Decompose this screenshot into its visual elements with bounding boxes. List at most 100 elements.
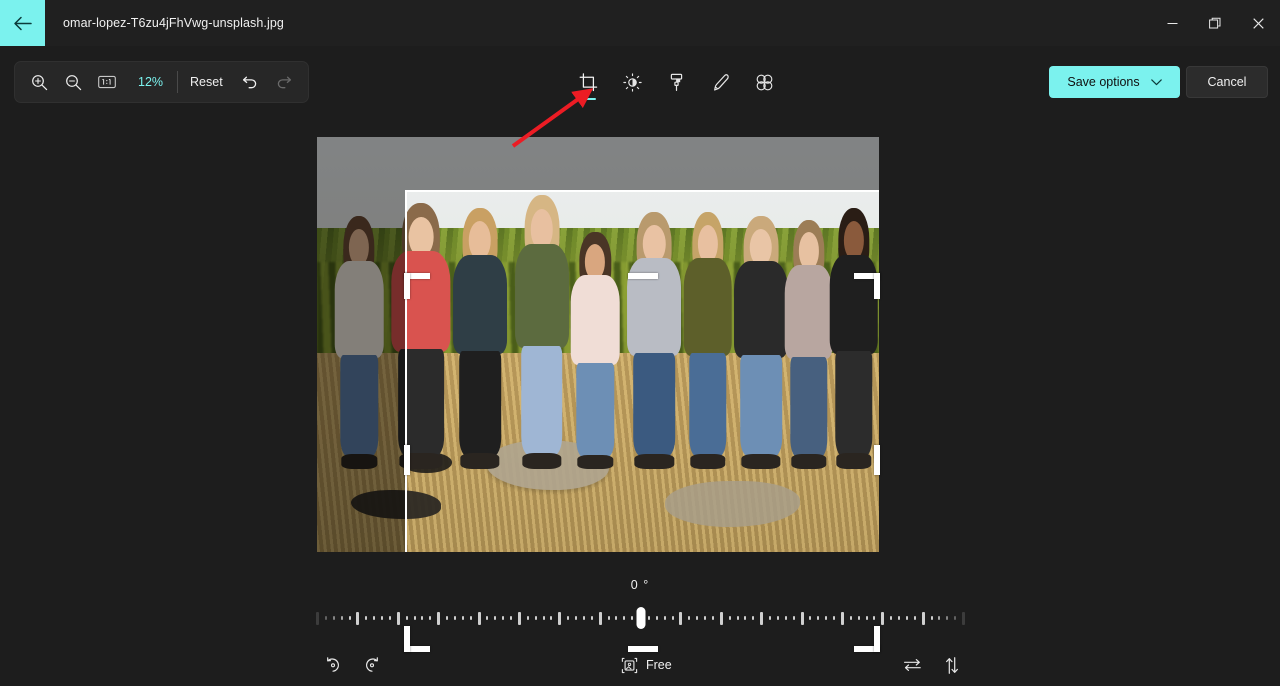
undo-button[interactable] [233,66,267,98]
dial-tick-minor [671,616,674,620]
rotate-right-button[interactable] [355,649,389,681]
crop-dim-top [317,137,879,190]
flip-horizontal-button[interactable] [895,649,929,681]
dial-tick-minor [607,616,610,620]
save-options-button[interactable]: Save options [1049,66,1180,98]
person-figure [733,215,789,469]
dial-tick-minor [446,616,448,620]
zoom-in-button[interactable] [22,66,56,98]
titlebar: omar-lopez-T6zu4jFhVwg-unsplash.jpg [0,0,1280,46]
rotate-left-icon [327,657,339,672]
photo-container[interactable] [317,137,879,552]
person-figure [828,207,879,469]
markup-tool-button[interactable] [698,61,742,103]
dial-tick-minor [413,616,416,620]
dial-tick-minor [865,616,868,620]
crop-handle-right[interactable] [874,445,880,475]
one-to-one-icon [98,75,116,89]
crop-tool-button[interactable] [566,61,610,103]
dial-tick-minor [873,616,876,620]
crop-handle-top-right-v[interactable] [874,273,880,299]
dial-tick-minor [711,616,714,620]
person-shoes [634,453,674,469]
person-bottom [790,356,828,457]
reset-button[interactable]: Reset [180,69,233,95]
person-top [683,258,732,356]
crop-handle-top-left-v[interactable] [404,273,410,299]
crop-dim-left [317,190,405,552]
crop-handle-top[interactable] [628,273,658,279]
dial-tick-minor [526,616,529,620]
dial-tick-major [598,611,602,625]
dial-tick-minor [421,616,424,620]
dial-tick-minor [623,616,626,620]
maximize-button[interactable] [1194,0,1237,46]
zoom-toolbar: 12% Reset [14,61,309,103]
editor-tools [566,61,786,103]
dial-tick-major [477,611,481,625]
dial-tick-minor [534,616,537,620]
flip-vertical-button[interactable] [935,649,969,681]
dial-tick-major [800,611,804,625]
person-top [829,254,878,354]
dial-tick-minor [388,616,391,620]
dial-tick-major [719,611,723,625]
dial-tick-major [881,611,885,625]
filter-tool-button[interactable] [654,61,698,103]
dial-tick-major [679,611,683,625]
dial-tick-minor [809,616,812,620]
dial-tick-minor [655,616,658,620]
dial-tick-major [760,611,764,625]
dial-tick-minor [930,616,933,620]
minimize-button[interactable] [1151,0,1194,46]
retouch-tool-button[interactable] [742,61,786,103]
dial-tick-minor [752,616,755,620]
zoom-out-button[interactable] [56,66,90,98]
aspect-ratio-button[interactable]: Free [612,649,681,681]
aspect-ratio-label: Free [646,658,672,672]
adjustment-tool-button[interactable] [610,61,654,103]
dial-tick-minor [453,616,456,620]
zoom-in-icon [31,74,47,90]
dial-tick-minor [469,616,472,620]
undo-icon [242,76,256,89]
rotation-degree-label: 0 ° [630,578,650,592]
redo-button[interactable] [267,66,301,98]
crop-handle-left[interactable] [404,445,410,475]
dial-tick-minor [938,616,941,620]
dial-tick-minor [405,616,408,620]
person-figure [452,207,508,469]
person-bottom [459,351,501,456]
back-button[interactable] [0,0,45,46]
pen-icon [713,73,729,91]
cancel-button[interactable]: Cancel [1186,66,1268,98]
dial-tick-major [921,611,925,625]
close-icon [1253,17,1264,29]
dial-tick-minor [890,616,893,620]
dial-tick-minor [348,616,351,620]
close-button[interactable] [1237,0,1280,46]
person-shoes [689,453,726,469]
rotation-dial[interactable] [316,607,966,629]
dial-tick-minor [575,616,577,620]
person-shoes [791,454,827,469]
zoom-level-label: 12% [138,75,164,89]
retouch-icon [756,74,772,90]
rotation-dial-thumb[interactable] [636,607,646,629]
dial-tick-minor [332,616,335,620]
image-canvas[interactable] [0,110,1280,652]
document-title: omar-lopez-T6zu4jFhVwg-unsplash.jpg [63,16,284,30]
dial-tick-minor [744,616,747,620]
dial-tick-minor [502,616,505,620]
person-bottom [520,345,563,456]
aspect-ratio-icon [621,657,638,673]
dial-tick-minor [704,616,706,620]
actual-size-button[interactable] [90,66,124,98]
rotate-left-button[interactable] [316,649,350,681]
person-top [570,275,620,365]
dial-tick-minor [461,616,464,620]
person-bottom [633,353,675,457]
dial-tick-minor [486,616,489,620]
crop-icon [579,72,597,91]
dial-tick-minor [898,616,900,620]
